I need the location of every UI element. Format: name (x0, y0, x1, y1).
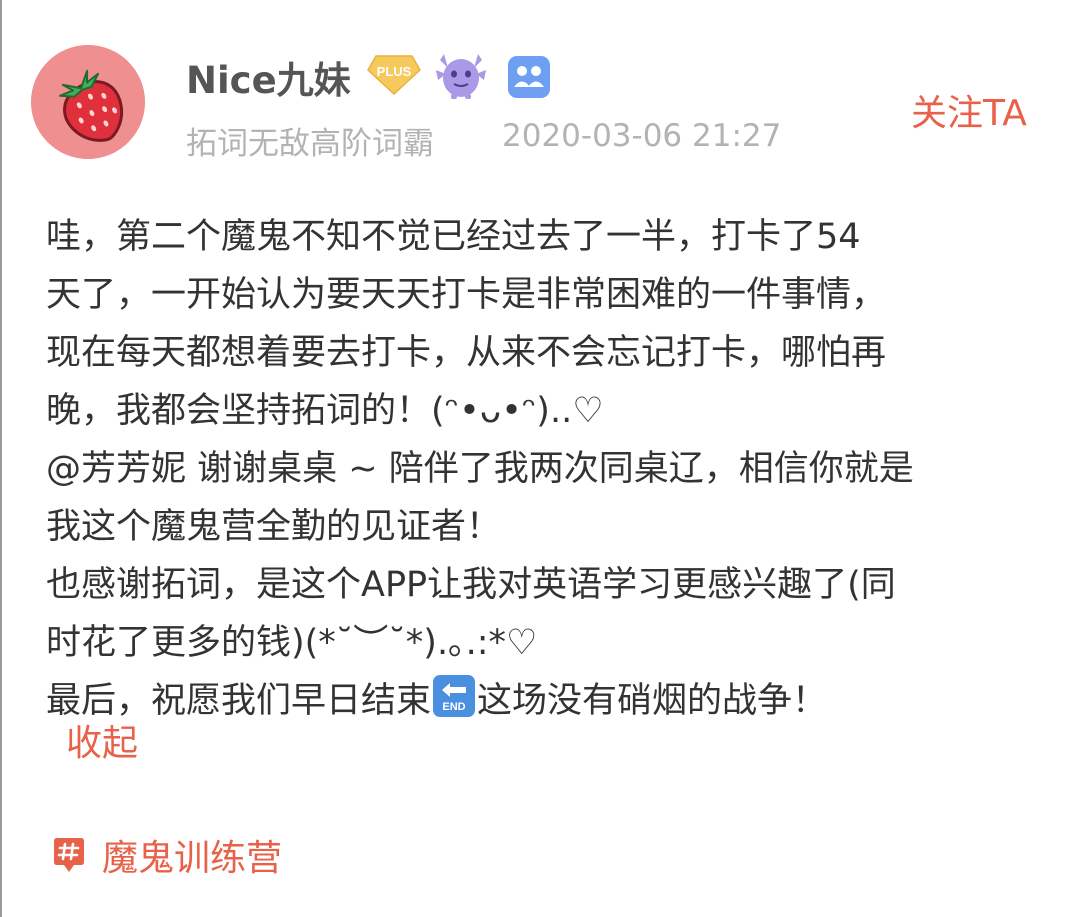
post-timestamp: 2020-03-06 21:27 (502, 118, 782, 154)
post-line-text: 这场没有硝烟的战争！ (477, 681, 828, 721)
end-emoji-label: END (442, 701, 465, 713)
post-body: 哇，第二个魔鬼不知不觉已经过去了一半，打卡了54 天了，一开始认为要天天打卡是非… (46, 208, 1056, 730)
collapse-link[interactable]: 收起 (66, 714, 138, 766)
plus-badge-label: PLUS (377, 64, 412, 79)
topic-label: 魔鬼训练营 (102, 838, 283, 879)
monster-badge-icon (436, 54, 486, 99)
post-line: 我这个魔鬼营全勤的见证者！ (46, 507, 502, 547)
post-card: Nice九妹 PLUS 拓词无敌高阶词霸 2020-03-06 21:27 关注… (0, 0, 1080, 917)
post-line: 天了，一开始认为要天天打卡是非常困难的一件事情， (46, 275, 887, 315)
post-line: 时花了更多的钱)(*˘︶˘*).｡.:*♡ (46, 623, 538, 663)
avatar[interactable] (31, 45, 145, 159)
post-line: 哇，第二个魔鬼不知不觉已经过去了一半，打卡了54 (46, 217, 861, 257)
author-title: 拓词无敌高阶词霸 (186, 126, 434, 162)
plus-badge-icon: PLUS (367, 55, 421, 96)
hashtag-icon (54, 838, 84, 872)
post-line: @芳芳妮 谢谢桌桌 ~ 陪伴了我两次同桌辽，相信你就是 (46, 449, 914, 489)
follow-button[interactable]: 关注TA (911, 84, 1027, 136)
strawberry-icon (31, 45, 145, 159)
post-line: 晚，我都会坚持拓词的！(ᵔ•ᴗ•ᵔ)..♡ (46, 391, 604, 431)
deskmate-badge-icon (508, 56, 550, 98)
post-line: 现在每天都想着要去打卡，从来不会忘记打卡，哪怕再 (46, 333, 887, 373)
end-arrow-icon: END (433, 675, 476, 717)
post-line-last: 最后，祝愿我们早日结束 END 这场没有硝烟的战争！ (46, 672, 1056, 730)
topic-tag[interactable]: 魔鬼训练营 (52, 830, 282, 880)
author-name[interactable]: Nice九妹 (186, 50, 351, 104)
post-line: 也感谢拓词，是这个APP让我对英语学习更感兴趣了(同 (46, 565, 896, 605)
